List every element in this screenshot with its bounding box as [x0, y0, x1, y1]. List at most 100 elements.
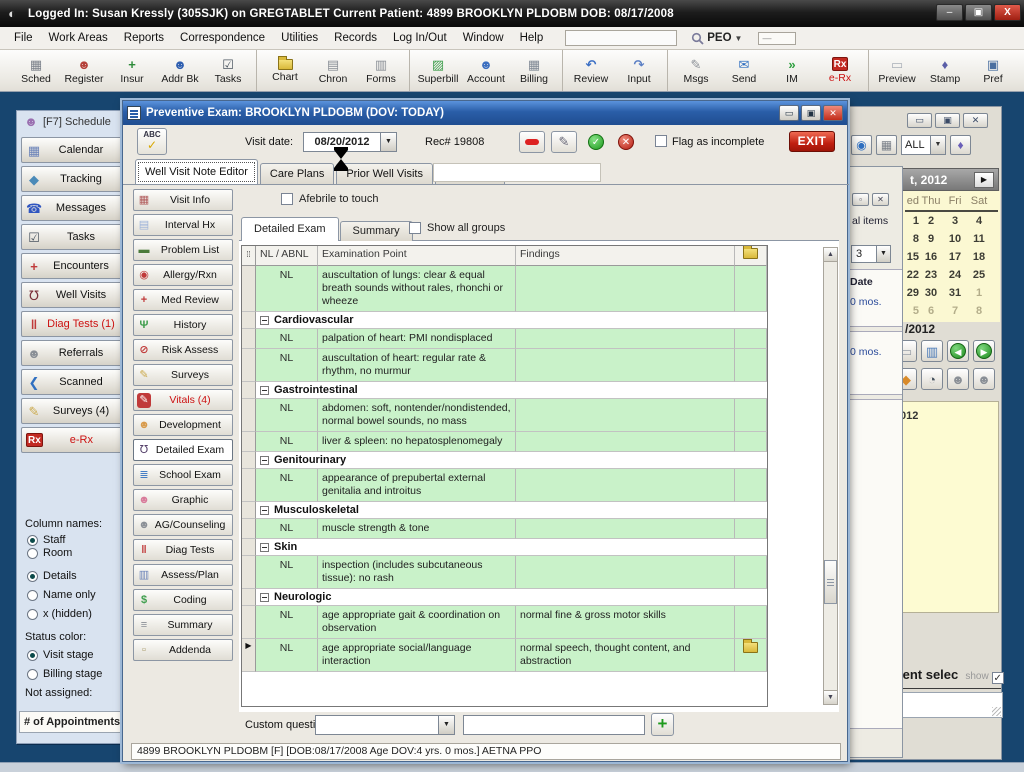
- nav-button-med-review[interactable]: +Med Review: [133, 289, 233, 311]
- row-selector-cell[interactable]: ▶: [242, 639, 256, 672]
- findings-cell[interactable]: normal fine & gross motor skills: [516, 606, 735, 639]
- row-selector-cell[interactable]: [242, 589, 256, 606]
- nav-button-vitals-4-[interactable]: ✎Vitals (4): [133, 389, 233, 411]
- visit-date-dropdown-icon[interactable]: ▼: [381, 132, 397, 152]
- notes-cell[interactable]: [735, 606, 767, 639]
- nav-button-ag-counseling[interactable]: ☻AG/Counseling: [133, 514, 233, 536]
- radio-x-hidden-[interactable]: x (hidden): [27, 608, 92, 620]
- toolbar-button-pref[interactable]: ▣Pref: [969, 50, 1017, 91]
- nl-abnl-cell[interactable]: NL: [256, 432, 318, 452]
- findings-cell[interactable]: [516, 399, 735, 432]
- accept-button[interactable]: ✓: [583, 131, 609, 153]
- rwin-button-clock-icon[interactable]: ◔: [921, 368, 943, 390]
- exam-point-cell[interactable]: age appropriate gait & coordination on o…: [318, 606, 516, 639]
- findings-cell[interactable]: [516, 432, 735, 452]
- calendar-next-month-button[interactable]: ▶: [974, 172, 994, 188]
- scroll-down-icon[interactable]: ▼: [824, 690, 837, 704]
- sidebar-item-tasks[interactable]: ☑Tasks: [21, 224, 125, 250]
- nl-abnl-cell[interactable]: NL: [256, 329, 318, 349]
- exam-group-cell[interactable]: Gastrointestinal: [256, 382, 767, 399]
- sidebar-item-referrals[interactable]: ☻Referrals: [21, 340, 125, 366]
- toolbar-button-send[interactable]: ✉Send: [720, 50, 768, 91]
- exam-item-row[interactable]: NLinspection (includes subcutaneous tiss…: [242, 556, 767, 589]
- row-selector-cell[interactable]: [242, 519, 256, 539]
- toolbar-button-input[interactable]: ↷Input: [615, 50, 663, 91]
- calendar-day[interactable]: 1: [905, 212, 919, 230]
- exam-item-row[interactable]: NLpalpation of heart: PMI nondisplaced: [242, 329, 767, 349]
- nav-button-problem-list[interactable]: ▬Problem List: [133, 239, 233, 261]
- exam-point-cell[interactable]: liver & spleen: no hepatosplenomegaly: [318, 432, 516, 452]
- quick-search-input[interactable]: [565, 30, 677, 46]
- nav-button-summary[interactable]: ≡Summary: [133, 614, 233, 636]
- calendar-day[interactable]: 1: [967, 284, 991, 302]
- exam-point-cell[interactable]: inspection (includes subcutaneous tissue…: [318, 556, 516, 589]
- flag-incomplete-checkbox[interactable]: [655, 135, 667, 147]
- toolbar-button-superbill[interactable]: ▨Superbill: [414, 50, 462, 91]
- calendar-day[interactable]: 29: [905, 284, 919, 302]
- calendar-day[interactable]: 30: [919, 284, 943, 302]
- menu-item-reports[interactable]: Reports: [116, 29, 172, 47]
- rwin-button-prev-icon[interactable]: ◀: [947, 340, 969, 362]
- exam-item-row[interactable]: NLabdomen: soft, nontender/nondistended,…: [242, 399, 767, 432]
- calendar-day[interactable]: 11: [967, 230, 991, 248]
- calendar-day[interactable]: 25: [967, 266, 991, 284]
- calendar-day[interactable]: 3: [943, 212, 967, 230]
- row-selector-cell[interactable]: [242, 432, 256, 452]
- findings-cell[interactable]: normal speech, thought content, and abst…: [516, 639, 735, 672]
- visit-date-combo[interactable]: 08/20/2012 ▼: [303, 132, 397, 152]
- add-question-button[interactable]: +: [651, 713, 674, 736]
- row-selector-cell[interactable]: [242, 312, 256, 329]
- exam-item-row[interactable]: NLappearance of prepubertal external gen…: [242, 469, 767, 502]
- rwin-refresh-button[interactable]: ◉: [851, 135, 872, 155]
- notes-cell[interactable]: [735, 329, 767, 349]
- calendar-day[interactable]: 24: [943, 266, 967, 284]
- row-selector-cell[interactable]: [242, 399, 256, 432]
- nl-abnl-cell[interactable]: NL: [256, 519, 318, 539]
- nav-button-history[interactable]: ΨHistory: [133, 314, 233, 336]
- nav-button-allergy-rxn[interactable]: ◉Allergy/Rxn: [133, 264, 233, 286]
- collapse-icon[interactable]: [260, 386, 269, 395]
- nav-button-interval-hx[interactable]: ▤Interval Hx: [133, 214, 233, 236]
- exam-group-row[interactable]: Neurologic: [242, 589, 767, 606]
- nav-button-addenda[interactable]: ▫Addenda: [133, 639, 233, 661]
- remove-button[interactable]: [519, 131, 545, 153]
- exam-group-row[interactable]: Cardiovascular: [242, 312, 767, 329]
- row-selector-cell[interactable]: [242, 329, 256, 349]
- toolbar-button-im[interactable]: »IM: [768, 50, 816, 91]
- calendar-day[interactable]: 22: [905, 266, 919, 284]
- calendar-day[interactable]: 8: [905, 230, 919, 248]
- notes-cell[interactable]: [735, 469, 767, 502]
- sidebar-item-messages[interactable]: ☎Messages: [21, 195, 125, 221]
- row-selector-cell[interactable]: [242, 469, 256, 502]
- notes-cell[interactable]: [735, 266, 767, 312]
- menu-item-help[interactable]: Help: [512, 29, 552, 47]
- exam-scrollbar[interactable]: ▲ ▼: [823, 247, 838, 705]
- exam-group-cell[interactable]: Cardiovascular: [256, 312, 767, 329]
- rwin-filter-combo[interactable]: ALL ▼: [901, 135, 946, 155]
- calendar-day[interactable]: 6: [919, 302, 943, 320]
- row-selector-cell[interactable]: [242, 452, 256, 469]
- exam-point-cell[interactable]: palpation of heart: PMI nondisplaced: [318, 329, 516, 349]
- toolbar-button-addr-bk[interactable]: ☻Addr Bk: [156, 50, 204, 91]
- scroll-up-icon[interactable]: ▲: [824, 248, 837, 262]
- menu-item-log-in-out[interactable]: Log In/Out: [385, 29, 455, 47]
- exam-point-cell[interactable]: appearance of prepubertal external genit…: [318, 469, 516, 502]
- nav-button-surveys[interactable]: ✎Surveys: [133, 364, 233, 386]
- col-nl-abnl[interactable]: NL / ABNL: [256, 246, 318, 266]
- collapse-icon[interactable]: [260, 506, 269, 515]
- nav-button-diag-tests[interactable]: ‖Diag Tests: [133, 539, 233, 561]
- sidebar-item-e-rx[interactable]: Rxe-Rx: [21, 427, 125, 453]
- exam-group-cell[interactable]: Genitourinary: [256, 452, 767, 469]
- calendar-day[interactable]: 16: [919, 248, 943, 266]
- collapse-icon[interactable]: [260, 316, 269, 325]
- row-selector-cell[interactable]: [242, 556, 256, 589]
- menu-item-window[interactable]: Window: [455, 29, 512, 47]
- findings-cell[interactable]: [516, 266, 735, 312]
- nav-button-risk-assess[interactable]: ⊘Risk Assess: [133, 339, 233, 361]
- rwin-calendar-button[interactable]: ▦: [876, 135, 897, 155]
- nav-button-visit-info[interactable]: ▦Visit Info: [133, 189, 233, 211]
- calendar-day[interactable]: 23: [919, 266, 943, 284]
- sidebar-item-encounters[interactable]: +Encounters: [21, 253, 125, 279]
- row-selector-cell[interactable]: [242, 349, 256, 382]
- exam-group-row[interactable]: Skin: [242, 539, 767, 556]
